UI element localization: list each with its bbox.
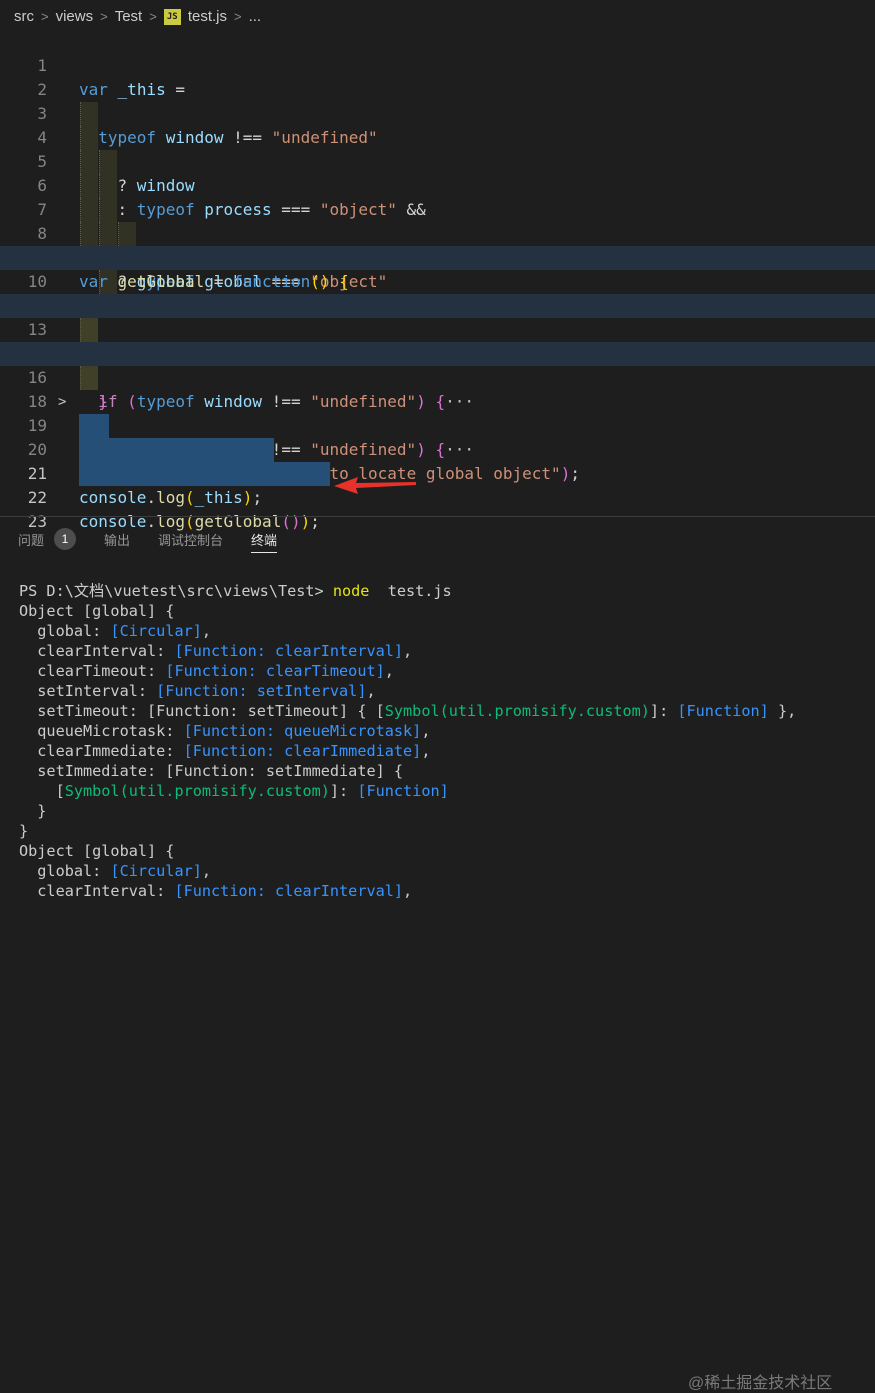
breadcrumb-views[interactable]: views (56, 8, 94, 25)
tab-label: 输出 (104, 532, 131, 548)
code-line[interactable]: 18 } (0, 366, 875, 459)
tab-terminal[interactable]: 终端 (251, 517, 278, 561)
terminal-line: global: [Circular], (19, 862, 212, 880)
red-arrow-annotation-icon (334, 477, 416, 494)
chevron-right-icon: > (100, 9, 108, 24)
code-line[interactable]: 8 : this; (0, 198, 875, 315)
terminal-line: clearImmediate: [Function: clearImmediat… (19, 742, 431, 760)
terminal-command: node (332, 582, 370, 600)
terminal-line: Object [global] { (19, 602, 175, 620)
tab-label: 问题 (18, 532, 45, 548)
code-line[interactable]: 12 } (0, 270, 875, 363)
tab-label: 调试控制台 (158, 532, 224, 548)
code-line-folded[interactable]: 16 > if (typeof global !== "undefined") … (0, 342, 875, 459)
code-line[interactable]: 1 var _this = (0, 30, 875, 99)
panel-tabs: 问题 1 输出 调试控制台 终端 (0, 517, 875, 561)
breadcrumb-test-folder[interactable]: Test (115, 8, 143, 25)
code-line[interactable]: 15 } (0, 318, 875, 411)
code-line[interactable]: 5 typeof require === "function" && (0, 126, 875, 267)
terminal-line: [Symbol(util.promisify.custom)]: [Functi… (19, 782, 449, 800)
code-line[interactable]: 6 typeof global === "object" (0, 150, 875, 291)
code-line[interactable]: 7 ? global (0, 174, 875, 291)
breadcrumb-symbol[interactable]: ... (249, 8, 262, 25)
breadcrumb-file[interactable]: test.js (188, 8, 227, 25)
problems-count-badge: 1 (54, 528, 77, 550)
terminal-line: clearInterval: [Function: clearInterval]… (19, 882, 413, 900)
terminal-output[interactable]: PS D:\文档\vuetest\src\views\Test> node te… (19, 581, 796, 901)
terminal-line: setTimeout: [Function: setTimeout] { [Sy… (19, 702, 797, 720)
js-file-icon: JS (163, 8, 181, 25)
code-line[interactable]: 4 : typeof process === "object" && (0, 102, 875, 219)
chevron-right-icon: > (234, 9, 242, 24)
code-line[interactable]: 20 }; (0, 414, 875, 483)
breadcrumb: src > views > Test > JS test.js > ... (0, 0, 875, 33)
tab-output[interactable]: 输出 (104, 517, 130, 561)
terminal-line: } (19, 802, 47, 820)
terminal-line: setInterval: [Function: setInterval], (19, 682, 376, 700)
code-line[interactable]: 2 typeof window !== "undefined" (0, 54, 875, 147)
terminal-prompt: PS D:\文档\vuetest\src\views\Test> (19, 582, 333, 600)
terminal-args: test.js (369, 582, 452, 600)
terminal-line: clearInterval: [Function: clearInterval]… (19, 642, 413, 660)
tab-label: 终端 (251, 532, 278, 548)
code-line[interactable]: 9 var getGlobal = function() { (0, 222, 875, 291)
code-line[interactable]: 19 💡 throw new Error("unable to locate g… (0, 390, 875, 483)
terminal-line: clearTimeout: [Function: clearTimeout], (19, 662, 394, 680)
code-line[interactable]: 21 console.log(_this); (0, 438, 875, 507)
terminal-line: queueMicrotask: [Function: queueMicrotas… (19, 722, 431, 740)
tab-problems[interactable]: 问题 1 (18, 517, 77, 561)
code-line[interactable]: 22 console.log(getGlobal()); (0, 462, 875, 531)
bottom-panel: 问题 1 输出 调试控制台 终端 PS D:\文档\vuetest\src\vi… (0, 516, 875, 1392)
watermark: @稀土掘金技术社区 (688, 1375, 833, 1392)
terminal-line: } (19, 822, 29, 840)
terminal-line: setImmediate: [Function: setImmediate] { (19, 762, 404, 780)
breadcrumb-src[interactable]: src (14, 8, 34, 25)
tab-debug-console[interactable]: 调试控制台 (158, 517, 223, 561)
code-line-folded[interactable]: 10 > if (typeof self !== "undefined") {·… (0, 246, 875, 363)
code-editor[interactable]: 1 var _this = 2 typeof window !== "undef… (0, 30, 875, 531)
terminal-line: global: [Circular], (19, 622, 212, 640)
code-line-folded[interactable]: 13 > if (typeof window !== "undefined") … (0, 294, 875, 411)
terminal-line: Object [global] { (19, 842, 175, 860)
code-line[interactable]: 23 (0, 486, 875, 531)
code-line[interactable]: 3 ? window (0, 78, 875, 195)
chevron-right-icon: > (149, 9, 157, 24)
chevron-right-icon: > (41, 9, 49, 24)
